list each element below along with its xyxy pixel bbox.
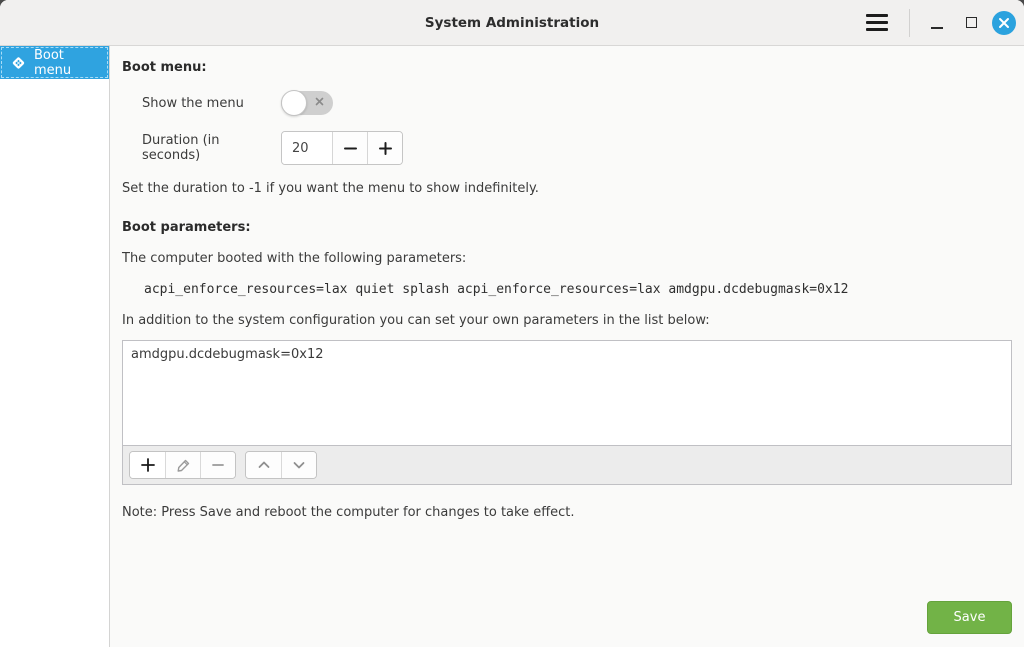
menu-icon[interactable] [859,7,895,39]
boot-parameters-heading: Boot parameters: [122,220,1012,235]
duration-increment-button[interactable] [367,132,402,164]
chevron-down-icon [291,457,307,473]
save-button[interactable]: Save [927,601,1012,634]
booted-with-label: The computer booted with the following p… [122,251,1012,266]
chevron-up-icon [256,457,272,473]
pencil-icon [176,458,191,473]
plus-icon [378,141,393,156]
save-note: Note: Press Save and reboot the computer… [122,505,1012,520]
parameter-list-toolbar [122,445,1012,485]
boot-diamond-icon [10,54,27,72]
sidebar: Boot menu [0,46,110,647]
close-button[interactable] [992,11,1016,35]
main-content: Boot menu: Show the menu Duration (in se… [110,46,1024,647]
edit-parameter-button[interactable] [165,452,200,478]
duration-hint: Set the duration to -1 if you want the m… [122,181,1012,196]
edit-button-group [129,451,236,479]
show-menu-toggle[interactable] [281,91,333,115]
remove-parameter-button[interactable] [200,452,235,478]
move-down-button[interactable] [281,452,316,478]
toggle-knob [281,90,307,116]
sidebar-item-label: Boot menu [34,48,101,78]
add-parameter-button[interactable] [130,452,165,478]
sidebar-item-boot-menu[interactable]: Boot menu [0,46,109,79]
close-icon [998,17,1010,29]
maximize-button[interactable] [958,10,984,36]
parameter-list[interactable]: amdgpu.dcdebugmask=0x12 [122,340,1012,445]
system-administration-window: System Administration [0,0,1024,647]
toggle-off-x-icon [315,97,324,106]
minimize-button[interactable] [924,10,950,36]
duration-input[interactable] [282,132,332,164]
titlebar: System Administration [0,0,1024,46]
titlebar-controls [859,7,1024,39]
show-menu-label: Show the menu [142,96,281,111]
plus-icon [140,457,156,473]
titlebar-separator [909,9,910,37]
custom-parameters-label: In addition to the system configuration … [122,313,1012,328]
duration-decrement-button[interactable] [332,132,367,164]
duration-label: Duration (in seconds) [142,133,281,163]
maximize-icon [966,17,977,28]
boot-menu-heading: Boot menu: [122,60,1012,75]
duration-spinbutton [281,131,403,165]
app-body: Boot menu Boot menu: Show the menu Durat… [0,46,1024,647]
booted-with-parameters: acpi_enforce_resources=lax quiet splash … [122,282,1012,297]
move-up-button[interactable] [246,452,281,478]
minus-icon [343,141,358,156]
minus-icon [210,457,226,473]
minimize-icon [931,27,943,29]
move-button-group [245,451,317,479]
list-item[interactable]: amdgpu.dcdebugmask=0x12 [123,341,1011,367]
duration-row: Duration (in seconds) [122,131,1012,165]
show-menu-row: Show the menu [122,91,1012,115]
